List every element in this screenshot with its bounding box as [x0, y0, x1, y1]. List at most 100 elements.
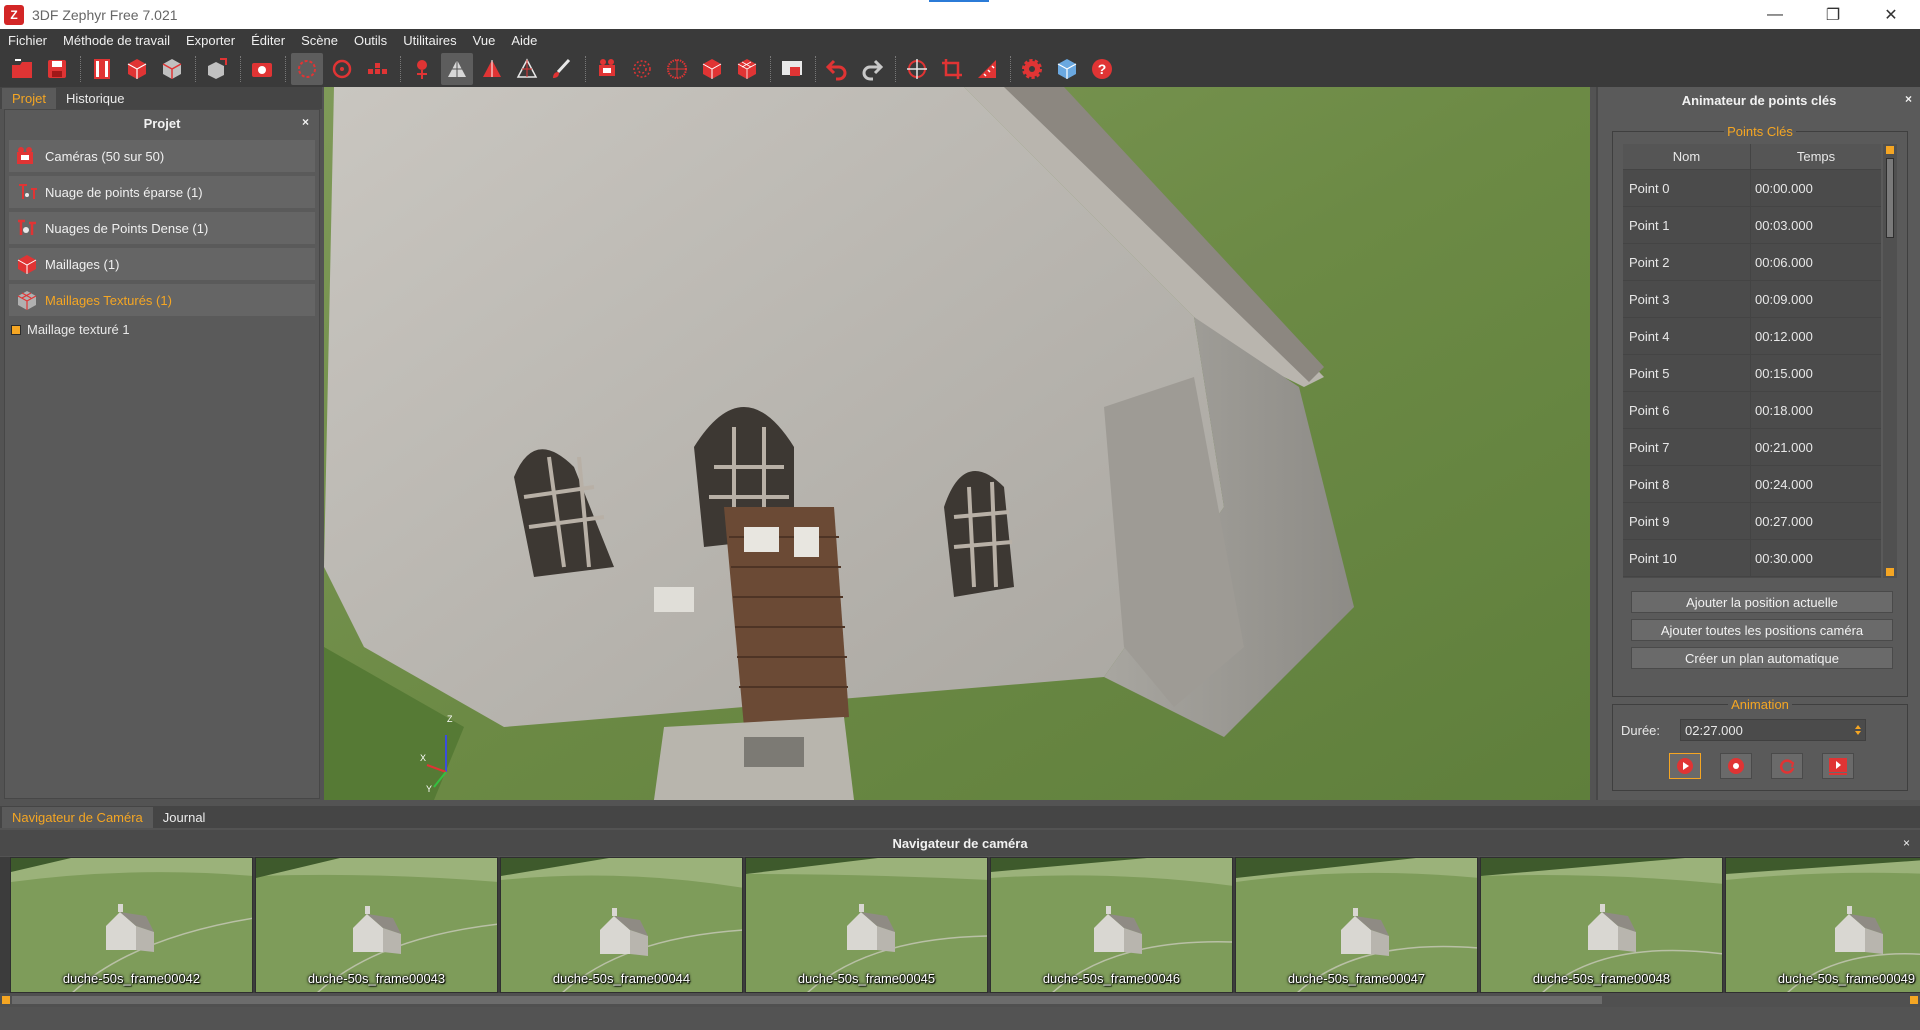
red-cube-icon[interactable] [121, 53, 153, 85]
menu-scene[interactable]: Scène [293, 33, 346, 48]
marker-icon[interactable] [406, 53, 438, 85]
title-bar: Z 3DF Zephyr Free 7.021 — ❐ ✕ [0, 0, 1920, 29]
close-icon[interactable]: ✕ [1862, 0, 1920, 29]
keypoint-animator-panel: Animateur de points clés × Points Clés N… [1596, 87, 1920, 800]
3d-viewport[interactable]: Z X Y [324, 87, 1590, 800]
table-row[interactable]: Point 6 00:18.000 [1623, 392, 1881, 429]
keypoint-time-cell: 00:09.000 [1755, 291, 1813, 307]
rotate-icon[interactable] [326, 53, 358, 85]
table-row[interactable]: Point 10 00:30.000 [1623, 540, 1881, 577]
menu-methode[interactable]: Méthode de travail [55, 33, 178, 48]
scroll-thumb[interactable] [12, 996, 1602, 1004]
tab-journal[interactable]: Journal [153, 807, 216, 828]
new-project-icon[interactable] [6, 53, 38, 85]
camera-thumbnail[interactable]: duche-50s_frame00048 [1480, 857, 1723, 993]
scroll-up-icon[interactable] [1886, 146, 1894, 154]
export-cube-icon[interactable] [201, 53, 233, 85]
cube-grid-icon[interactable] [156, 53, 188, 85]
camera-thumbnail[interactable]: duche-50s_frame00049 [1725, 857, 1920, 993]
thumbnail-scrollbar[interactable] [0, 993, 1920, 1007]
scroll-thumb[interactable] [1886, 158, 1894, 238]
column-header-time[interactable]: Temps [1751, 144, 1881, 169]
ruler-icon[interactable] [971, 53, 1003, 85]
cube-solid-icon[interactable] [696, 53, 728, 85]
mesh-white-icon[interactable] [441, 53, 473, 85]
cube-wire-icon[interactable] [731, 53, 763, 85]
table-row[interactable]: Point 8 00:24.000 [1623, 466, 1881, 503]
cameras-icon[interactable] [591, 53, 623, 85]
scroll-left-icon[interactable] [2, 996, 10, 1004]
table-row[interactable]: Point 4 00:12.000 [1623, 318, 1881, 355]
camera-thumbnail[interactable]: duche-50s_frame00043 [255, 857, 498, 993]
crop-icon[interactable] [936, 53, 968, 85]
visibility-checkbox[interactable] [11, 324, 21, 335]
sphere-dense-icon[interactable] [661, 53, 693, 85]
project-item-meshes[interactable]: Maillages (1) [9, 248, 315, 280]
table-row[interactable]: Point 9 00:27.000 [1623, 503, 1881, 540]
menu-vue[interactable]: Vue [465, 33, 504, 48]
minimize-icon[interactable]: — [1746, 0, 1804, 29]
camera-thumbnail[interactable]: duche-50s_frame00042 [10, 857, 253, 993]
tab-historique[interactable]: Historique [56, 88, 135, 109]
tab-camera-navigator[interactable]: Navigateur de Caméra [2, 807, 153, 828]
play-button[interactable] [1669, 753, 1701, 779]
table-row[interactable]: Point 5 00:15.000 [1623, 355, 1881, 392]
table-row[interactable]: Point 2 00:06.000 [1623, 244, 1881, 281]
textured-mesh-entry[interactable]: Maillage texturé 1 [11, 322, 319, 337]
camera-icon[interactable] [246, 53, 278, 85]
select-circle-icon[interactable] [291, 53, 323, 85]
keypoint-name-cell: Point 8 [1623, 466, 1751, 502]
add-all-camera-positions-button[interactable]: Ajouter toutes les positions caméra [1631, 619, 1893, 641]
close-icon[interactable]: × [1905, 92, 1912, 106]
sphere-grid-icon[interactable] [626, 53, 658, 85]
orbit-icon[interactable] [901, 53, 933, 85]
render-video-button[interactable] [1822, 753, 1854, 779]
table-row[interactable]: Point 7 00:21.000 [1623, 429, 1881, 466]
save-icon[interactable] [41, 53, 73, 85]
menu-exporter[interactable]: Exporter [178, 33, 243, 48]
camera-thumbnail[interactable]: duche-50s_frame00044 [500, 857, 743, 993]
scroll-right-icon[interactable] [1910, 996, 1918, 1004]
mesh-red-icon[interactable] [476, 53, 508, 85]
brush-icon[interactable] [546, 53, 578, 85]
redo-icon[interactable] [856, 53, 888, 85]
table-row[interactable]: Point 3 00:09.000 [1623, 281, 1881, 318]
project-item-textured-meshes[interactable]: Maillages Texturés (1) [9, 284, 315, 316]
scroll-down-icon[interactable] [1886, 568, 1894, 576]
view-cube-icon[interactable] [1051, 53, 1083, 85]
loop-button[interactable] [1771, 753, 1803, 779]
mesh-outline-icon[interactable] [511, 53, 543, 85]
project-item-dense-cloud[interactable]: Nuages de Points Dense (1) [9, 212, 315, 244]
menu-fichier[interactable]: Fichier [0, 33, 55, 48]
camera-thumbnail[interactable]: duche-50s_frame00045 [745, 857, 988, 993]
screen-camera-icon[interactable] [776, 53, 808, 85]
create-auto-plan-button[interactable]: Créer un plan automatique [1631, 647, 1893, 669]
points-icon[interactable] [361, 53, 393, 85]
film-icon[interactable] [86, 53, 118, 85]
record-button[interactable] [1720, 753, 1752, 779]
spin-arrows-icon[interactable] [1854, 723, 1862, 737]
restore-icon[interactable]: ❐ [1804, 0, 1862, 29]
project-item-cameras[interactable]: Caméras (50 sur 50) [9, 140, 315, 172]
camera-thumbnail[interactable]: duche-50s_frame00047 [1235, 857, 1478, 993]
close-icon[interactable]: × [302, 115, 309, 129]
menu-aide[interactable]: Aide [503, 33, 545, 48]
column-header-name[interactable]: Nom [1623, 144, 1751, 169]
settings-icon[interactable] [1016, 53, 1048, 85]
group-title: Animation [1728, 697, 1792, 712]
keypoint-time-cell: 00:12.000 [1755, 328, 1813, 344]
menu-utilitaires[interactable]: Utilitaires [395, 33, 464, 48]
table-row[interactable]: Point 1 00:03.000 [1623, 207, 1881, 244]
menu-editer[interactable]: Éditer [243, 33, 293, 48]
tab-projet[interactable]: Projet [2, 88, 56, 109]
keypoints-scrollbar[interactable] [1883, 144, 1897, 578]
project-item-sparse-cloud[interactable]: Nuage de points éparse (1) [9, 176, 315, 208]
add-current-position-button[interactable]: Ajouter la position actuelle [1631, 591, 1893, 613]
help-icon[interactable]: ? [1086, 53, 1118, 85]
table-row[interactable]: Point 0 00:00.000 [1623, 170, 1881, 207]
menu-outils[interactable]: Outils [346, 33, 395, 48]
duration-field[interactable]: 02:27.000 [1680, 719, 1867, 741]
close-icon[interactable]: × [1903, 836, 1910, 850]
undo-icon[interactable] [821, 53, 853, 85]
camera-thumbnail[interactable]: duche-50s_frame00046 [990, 857, 1233, 993]
